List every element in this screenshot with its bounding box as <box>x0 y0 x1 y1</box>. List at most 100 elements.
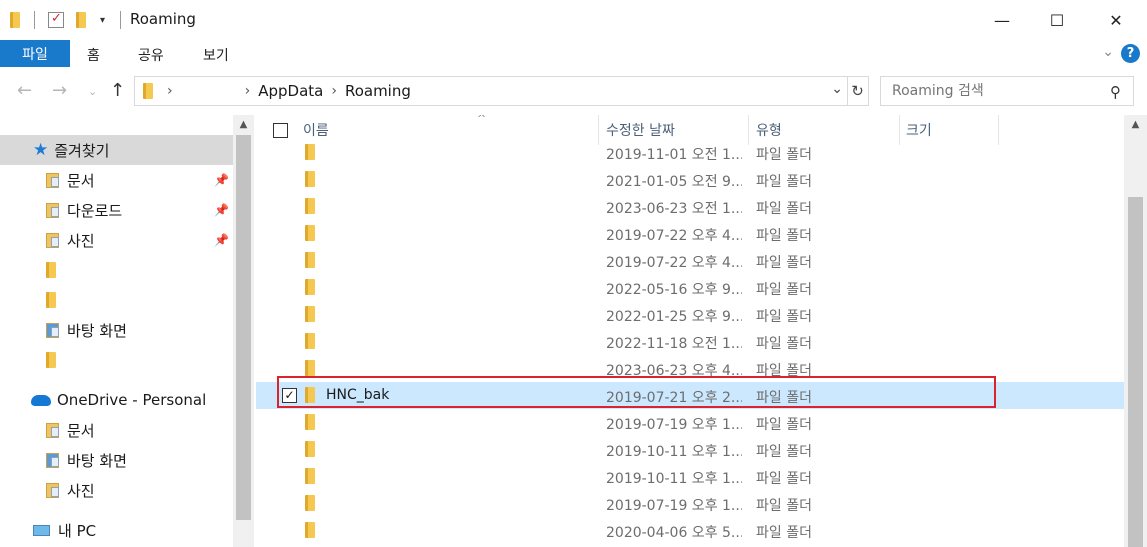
row-checkbox[interactable]: ✓ <box>282 388 297 403</box>
address-bar[interactable]: › › AppData › Roaming ⌄ <box>134 76 848 106</box>
table-row[interactable]: 2021-01-05 오전 9... 파일 폴더 <box>256 166 1124 193</box>
table-row[interactable]: 2019-07-19 오후 1... 파일 폴더 <box>256 490 1124 517</box>
folder-icon <box>305 360 315 376</box>
breadcrumb-roaming[interactable]: Roaming <box>345 82 411 100</box>
tab-file[interactable]: 파일 <box>0 40 70 67</box>
forward-icon[interactable]: → <box>52 80 67 101</box>
file-date: 2019-07-19 오후 1... <box>606 498 742 514</box>
file-type: 파일 폴더 <box>756 255 812 271</box>
close-button[interactable]: ✕ <box>1090 0 1142 40</box>
sidebar-item-downloads[interactable]: 다운로드 📌 <box>0 195 233 225</box>
documents-icon <box>46 172 59 188</box>
file-date: 2019-07-19 오후 1... <box>606 417 742 433</box>
folder-icon <box>143 83 153 99</box>
table-row[interactable]: 2019-11-01 오전 1... 파일 폴더 <box>256 139 1124 166</box>
navigation-bar: ← → ⌄ ↑ › › AppData › Roaming ⌄ ↻ ⚲ <box>0 72 1147 112</box>
tab-view[interactable]: 보기 <box>203 45 229 65</box>
file-date: 2019-11-01 오전 1... <box>606 147 742 163</box>
table-row[interactable]: 2019-07-19 오후 1... 파일 폴더 <box>256 409 1124 436</box>
column-header-label: 크기 <box>906 123 932 139</box>
scroll-up-icon[interactable]: ▲ <box>1124 119 1147 130</box>
table-row[interactable]: 2022-01-25 오후 9... 파일 폴더 <box>256 301 1124 328</box>
file-type: 파일 폴더 <box>756 309 812 325</box>
expand-ribbon-icon[interactable]: ⌄ <box>1102 44 1114 60</box>
table-row-selected[interactable]: ✓ HNC_bak 2019-07-21 오후 2... 파일 폴더 <box>256 382 1124 409</box>
table-row[interactable]: 2022-05-16 오후 9... 파일 폴더 <box>256 274 1124 301</box>
file-name[interactable]: HNC_bak <box>326 387 389 403</box>
folder-icon <box>305 414 315 430</box>
folder-icon <box>305 252 315 268</box>
scrollbar-thumb[interactable] <box>1128 197 1143 547</box>
customize-toolbar-icon[interactable]: ▾ <box>100 8 105 32</box>
file-type: 파일 폴더 <box>756 282 812 298</box>
folder-icon <box>305 387 315 403</box>
file-type: 파일 폴더 <box>756 525 812 541</box>
sidebar-item-label: 문서 <box>67 171 95 190</box>
pictures-icon <box>46 232 59 248</box>
folder-icon <box>305 495 315 511</box>
downloads-icon <box>46 202 59 218</box>
navigation-pane: ★ 즐겨찾기 문서 📌 다운로드 📌 사진 📌 바탕 화면 OneDrive -… <box>0 115 254 547</box>
back-icon[interactable]: ← <box>17 80 32 101</box>
documents-icon <box>46 422 59 438</box>
table-row[interactable]: 2022-11-18 오전 1... 파일 폴더 <box>256 328 1124 355</box>
sidebar-item-documents[interactable]: 문서 📌 <box>0 165 233 195</box>
desktop-icon <box>46 452 59 468</box>
search-box[interactable]: ⚲ <box>880 76 1134 106</box>
sidebar-item-onedrive-desktop[interactable]: 바탕 화면 <box>0 445 233 475</box>
table-row[interactable]: 2020-04-06 오후 5... 파일 폴더 <box>256 517 1124 544</box>
new-folder-icon[interactable] <box>76 8 86 32</box>
chevron-right-icon[interactable]: › <box>167 83 173 99</box>
file-list-scrollbar[interactable]: ▲ <box>1124 115 1147 547</box>
maximize-button[interactable]: ☐ <box>1031 0 1083 40</box>
quick-access-toolbar <box>10 8 20 32</box>
properties-icon[interactable]: ✓ <box>48 8 64 32</box>
sidebar-item-label: 내 PC <box>58 521 97 540</box>
sidebar-item-quick-access[interactable]: ★ 즐겨찾기 <box>0 135 233 165</box>
search-icon: ⚲ <box>1110 83 1121 101</box>
recent-locations-icon[interactable]: ⌄ <box>88 85 97 98</box>
window-title: Roaming <box>130 10 196 28</box>
chevron-right-icon[interactable]: › <box>245 83 251 99</box>
folder-icon <box>305 198 315 214</box>
scroll-up-icon[interactable]: ▲ <box>233 119 254 130</box>
search-input[interactable] <box>892 83 1092 99</box>
scrollbar-thumb[interactable] <box>236 135 251 520</box>
desktop-icon <box>46 322 59 338</box>
minimize-button[interactable]: — <box>976 0 1028 40</box>
pin-icon: 📌 <box>214 203 229 217</box>
breadcrumb-appdata[interactable]: AppData <box>258 82 323 100</box>
sidebar-item-label: 문서 <box>67 421 95 440</box>
sidebar-item-label: 바탕 화면 <box>67 321 127 340</box>
sidebar-item-onedrive-documents[interactable]: 문서 <box>0 415 233 445</box>
file-type: 파일 폴더 <box>756 498 812 514</box>
title-bar: ✓ ▾ Roaming — ☐ ✕ <box>0 0 1147 40</box>
sidebar-item-folder[interactable] <box>0 285 233 315</box>
sidebar-item-folder[interactable] <box>0 255 233 285</box>
sidebar-item-onedrive-pictures[interactable]: 사진 <box>0 475 233 505</box>
file-type: 파일 폴더 <box>756 336 812 352</box>
navigation-pane-scrollbar[interactable]: ▲ <box>233 115 254 547</box>
sidebar-item-onedrive[interactable]: OneDrive - Personal <box>0 385 233 415</box>
table-row[interactable]: 2019-10-11 오후 1... 파일 폴더 <box>256 463 1124 490</box>
refresh-icon[interactable]: ↻ <box>847 76 869 106</box>
sidebar-item-desktop[interactable]: 바탕 화면 <box>0 315 233 345</box>
file-type: 파일 폴더 <box>756 471 812 487</box>
pin-icon: 📌 <box>214 173 229 187</box>
table-row[interactable]: 2019-07-22 오후 4... 파일 폴더 <box>256 247 1124 274</box>
chevron-right-icon[interactable]: › <box>331 83 337 99</box>
table-row[interactable]: 2019-07-22 오후 4... 파일 폴더 <box>256 220 1124 247</box>
table-row[interactable]: 2019-10-11 오후 1... 파일 폴더 <box>256 436 1124 463</box>
table-row[interactable]: 2023-06-23 오후 4... 파일 폴더 <box>256 355 1124 382</box>
sidebar-item-this-pc[interactable]: 내 PC <box>0 515 233 545</box>
help-icon[interactable]: ? <box>1121 44 1140 63</box>
file-date: 2022-05-16 오후 9... <box>606 282 742 298</box>
sidebar-item-pictures[interactable]: 사진 📌 <box>0 225 233 255</box>
tab-home[interactable]: 홈 <box>87 45 100 65</box>
chevron-down-icon[interactable]: ⌄ <box>831 81 843 97</box>
column-header-label: 유형 <box>756 123 782 139</box>
sidebar-item-folder[interactable] <box>0 345 233 375</box>
up-icon[interactable]: ↑ <box>110 80 125 101</box>
table-row[interactable]: 2023-06-23 오전 1... 파일 폴더 <box>256 193 1124 220</box>
tab-share[interactable]: 공유 <box>138 45 164 65</box>
